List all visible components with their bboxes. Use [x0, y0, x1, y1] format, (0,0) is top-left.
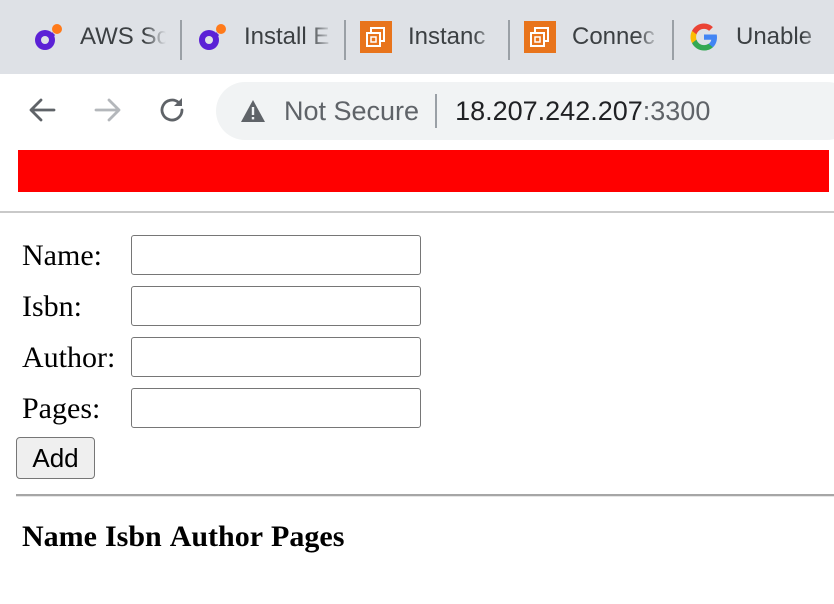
- aws-ec2-icon: [524, 21, 556, 53]
- tab-title: AWS Sc: [80, 23, 166, 50]
- security-status-label[interactable]: Not Secure: [284, 96, 419, 127]
- forward-arrow-icon: [94, 98, 121, 122]
- isbn-input[interactable]: [131, 286, 421, 326]
- red-banner: [18, 150, 829, 192]
- column-header-name: Name: [22, 520, 97, 553]
- tab-separator: [672, 20, 674, 60]
- url-host[interactable]: 18.207.242.207: [455, 96, 643, 127]
- tab-unable[interactable]: Unable: [688, 0, 834, 74]
- orbit-app-icon: [32, 21, 64, 53]
- omnibox-divider: [435, 94, 438, 128]
- add-button[interactable]: Add: [16, 437, 95, 479]
- name-input[interactable]: [131, 235, 421, 275]
- isbn-label: Isbn:: [22, 290, 82, 323]
- books-table-header: Name Isbn Author Pages: [22, 520, 344, 554]
- tab-separator: [508, 20, 510, 60]
- back-button[interactable]: [22, 90, 62, 130]
- form-row-pages: Pages:: [22, 388, 130, 430]
- column-header-pages: Pages: [271, 520, 345, 553]
- tab-title: Install E: [244, 23, 330, 50]
- tab-aws-sc[interactable]: AWS Sc: [32, 0, 170, 74]
- author-label: Author:: [22, 341, 116, 374]
- forward-button[interactable]: [88, 90, 128, 130]
- tab-instances[interactable]: Instanc: [360, 0, 498, 74]
- tab-title: Instanc: [408, 23, 486, 50]
- author-input[interactable]: [131, 337, 421, 377]
- form-row-name: Name:: [22, 235, 130, 277]
- tab-title: Unable: [736, 23, 813, 50]
- google-icon: [688, 21, 720, 53]
- address-bar[interactable]: Not Secure 18.207.242.207:3300: [216, 82, 834, 140]
- url-port[interactable]: :3300: [643, 96, 711, 127]
- browser-toolbar: Not Secure 18.207.242.207:3300: [0, 74, 834, 148]
- back-arrow-icon: [29, 98, 56, 122]
- tab-strip: AWS Sc Install E Instanc Connec Unable: [0, 0, 834, 74]
- orbit-app-icon: [196, 21, 228, 53]
- pages-input[interactable]: [131, 388, 421, 428]
- warning-triangle-icon[interactable]: [240, 98, 266, 124]
- pages-label: Pages:: [22, 392, 101, 425]
- column-header-isbn: Isbn: [104, 520, 162, 553]
- tab-title: Connec: [572, 23, 655, 50]
- reload-button[interactable]: [152, 90, 192, 130]
- form-divider: [16, 494, 834, 497]
- aws-ec2-icon: [360, 21, 392, 53]
- tab-install-e[interactable]: Install E: [196, 0, 334, 74]
- name-label: Name:: [22, 239, 102, 272]
- form-row-author: Author:: [22, 337, 130, 379]
- tab-connect[interactable]: Connec: [524, 0, 662, 74]
- form-row-isbn: Isbn:: [22, 286, 130, 328]
- tab-separator: [344, 20, 346, 60]
- reload-icon: [160, 98, 184, 122]
- tab-separator: [180, 20, 182, 60]
- column-header-author: Author: [169, 520, 264, 553]
- page-top-divider: [0, 211, 834, 213]
